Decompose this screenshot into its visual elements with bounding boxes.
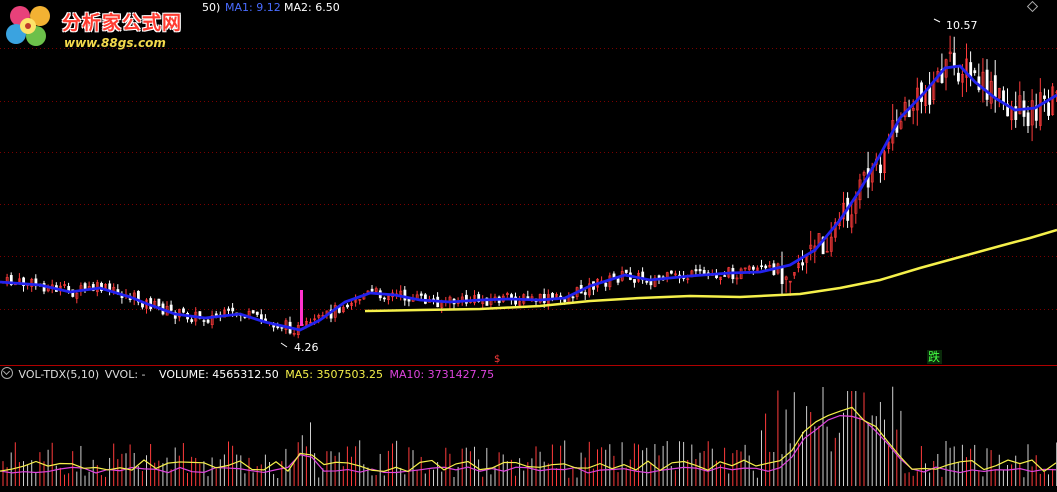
candle-body [879,164,882,174]
candle-body [633,279,636,283]
volume-ma5: MA5: 3507503.25 [285,368,383,381]
candle-body [604,282,608,287]
moving-averages [0,64,1057,332]
candle-body [231,307,235,312]
candle-body [956,72,960,82]
candle-body [157,298,161,307]
candle-body [694,269,698,272]
candle-body [1026,112,1030,127]
candle-body [1002,90,1005,103]
grid-lines [0,48,1057,310]
volume-ma10: MA10: 3731427.75 [389,368,495,381]
candle-body [649,280,653,286]
candle-body [251,310,255,314]
candle-body [669,270,673,274]
high-price-label: 10.57 [946,19,978,32]
candle-body [801,262,805,266]
candle-body [190,319,194,322]
candle-body [206,319,210,323]
volume-indicator-name[interactable]: VOL-TDX(5,10) [19,368,100,381]
low-price-label: 4.26 [294,341,319,354]
volume-value: VOLUME: 4565312.50 [159,368,279,381]
highlight-candle [300,290,303,326]
candle-body [985,69,989,100]
signal-marker-die: 跌 [928,349,940,364]
candle-body [780,266,784,284]
ma2-line [364,228,1057,313]
diamond-icon[interactable] [1026,0,1039,13]
candlesticks [1,35,1057,339]
candle-body [419,293,423,296]
logo-title: 分析家公式网 [62,12,183,34]
candle-body [583,292,587,295]
candle-body [563,299,567,303]
candle-body [370,288,374,292]
candle-body [182,308,185,313]
logo-url: www.88gs.com [64,36,166,50]
kline-chart[interactable]: 10.57 4.26 $ 跌 [0,0,1057,488]
candle-body [624,269,628,273]
candle-body [612,273,616,278]
candle-body [698,269,702,272]
candle-body [993,75,997,97]
circle-chevron-down-icon[interactable] [1,367,13,379]
ma1-line [0,64,1057,332]
candle-body [920,82,923,102]
volume-panel-header: VOL-TDX(5,10) VVOL: - VOLUME: 4565312.50… [0,367,494,381]
candle-body [202,320,206,322]
candle-body [108,283,112,291]
candle-body [169,304,173,311]
header-value-fragment: 50) [202,1,221,14]
candle-body [751,266,755,270]
vvol-label: VVOL: - [104,368,146,381]
candle-body [764,265,768,269]
flower-logo-icon [6,6,50,46]
candle-body [346,304,349,308]
candle-body [382,297,386,300]
candle-body [760,265,764,268]
site-logo: 分析家公式网 www.88gs.com [4,2,204,52]
candle-body [227,308,231,311]
candle-body [403,289,407,301]
candle-body [571,296,575,299]
header-ma2: MA2: 6.50 [284,1,340,14]
candle-body [723,275,727,277]
candle-body [255,311,259,315]
candle-body [616,278,620,283]
candle-body [645,280,649,283]
header-ma1: MA1: 9.12 [225,1,281,14]
candle-body [1047,102,1051,116]
chart-window: 10.57 4.26 $ 跌 分析家公式网 www.88gs.com 50) M… [0,0,1057,488]
candle-body [952,52,956,68]
candle-body [1043,95,1046,99]
candle-body [973,70,977,74]
dollar-marker: $ [494,354,500,365]
